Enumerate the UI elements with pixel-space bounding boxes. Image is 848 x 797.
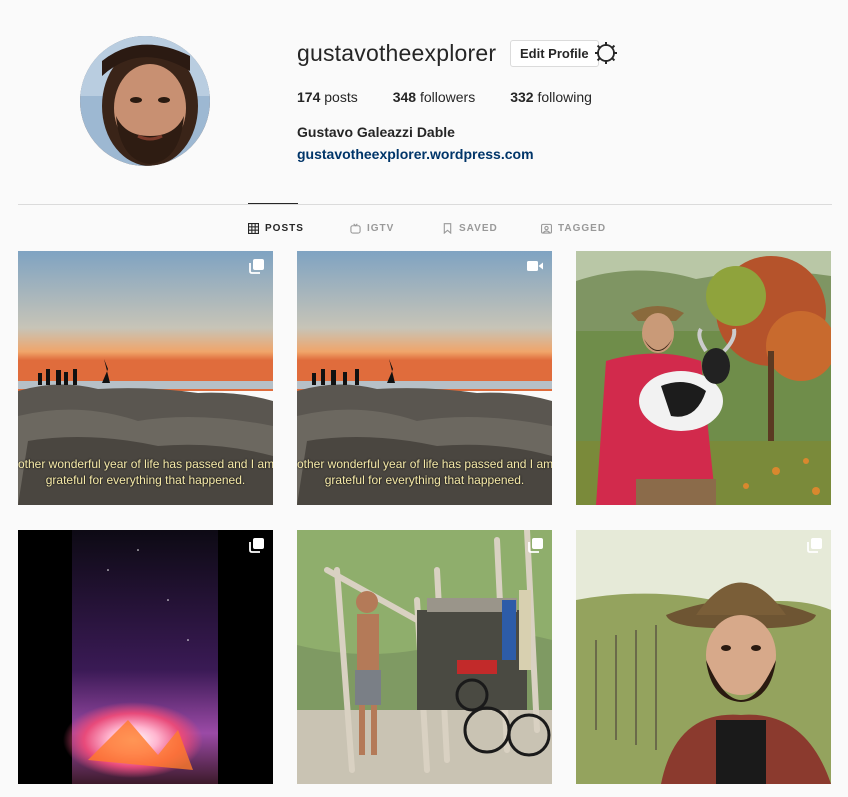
igtv-icon (350, 223, 361, 234)
active-tab-indicator (248, 203, 298, 204)
post-tile[interactable] (297, 530, 552, 784)
carousel-icon (249, 538, 264, 553)
tab-saved[interactable]: SAVED (442, 223, 498, 234)
post-caption-line2: grateful for everything that happened. (45, 473, 246, 487)
post-caption-line1: other wonderful year of life has passed … (297, 457, 552, 471)
followers-count[interactable]: 348 followers (393, 89, 476, 105)
edit-profile-button[interactable]: Edit Profile (510, 40, 599, 67)
video-icon (527, 261, 543, 271)
man-with-goat-image (576, 251, 831, 505)
post-tile[interactable] (18, 530, 273, 784)
post-tile[interactable] (576, 251, 831, 505)
bookmark-icon (443, 223, 452, 234)
posts-count-label: posts (324, 89, 358, 105)
posts-count-value: 174 (297, 89, 321, 105)
following-count-label: following (537, 89, 592, 105)
tab-tagged-label: TAGGED (558, 223, 607, 234)
post-tile[interactable]: other wonderful year of life has passed … (297, 251, 552, 505)
man-in-hat-image (576, 530, 831, 784)
post-tile[interactable]: other wonderful year of life has passed … (18, 251, 273, 505)
posts-count: 174 posts (297, 89, 358, 105)
full-name: Gustavo Galeazzi Dable (297, 124, 455, 140)
username: gustavotheexplorer (297, 40, 497, 66)
profile-tabs: POSTS IGTV SAVED TAGGED (0, 223, 848, 237)
profile-stats: 174 posts 348 followers 332 following (297, 89, 627, 105)
carousel-icon (249, 259, 264, 274)
settings-gear-icon[interactable] (594, 41, 618, 65)
post-tile[interactable] (576, 530, 831, 784)
tab-posts[interactable]: POSTS (248, 223, 304, 234)
avatar-image (80, 36, 210, 166)
post-caption-line2: grateful for everything that happened. (324, 473, 525, 487)
campfire-night-image (18, 530, 273, 784)
followers-count-value: 348 (392, 89, 417, 105)
carousel-icon (528, 538, 543, 553)
grid-icon (248, 223, 259, 234)
following-count[interactable]: 332 following (510, 89, 592, 105)
tab-igtv-label: IGTV (367, 223, 395, 234)
website-link[interactable]: gustavotheexplorer.wordpress.com (297, 146, 534, 162)
followers-count-label: followers (419, 89, 476, 105)
driftwood-hut-image (297, 530, 552, 784)
tab-tagged[interactable]: TAGGED (541, 223, 606, 234)
tab-saved-label: SAVED (459, 223, 498, 234)
tab-posts-label: POSTS (265, 223, 304, 234)
tagged-icon (541, 223, 552, 234)
section-divider (18, 204, 832, 205)
carousel-icon (807, 538, 822, 553)
following-count-value: 332 (510, 89, 534, 105)
profile-avatar[interactable] (80, 36, 210, 166)
post-caption-line1: other wonderful year of life has passed … (18, 457, 273, 471)
tab-igtv[interactable]: IGTV (350, 223, 394, 234)
